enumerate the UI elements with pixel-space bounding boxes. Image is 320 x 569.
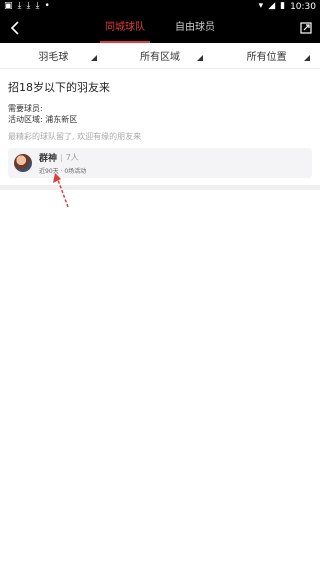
- share-icon: [300, 22, 312, 34]
- battery-icon: ▮: [280, 1, 286, 11]
- section-divider: [0, 185, 320, 190]
- filter-label: 所有区域: [140, 52, 180, 63]
- photo-icon: ▣: [4, 1, 13, 11]
- post-title: 招18岁以下的羽友来: [8, 81, 110, 94]
- post-note: 最精彩的球队留了, 欢迎有缘的朋友来: [8, 132, 142, 141]
- avatar: [14, 154, 32, 172]
- download-icon: ⤓: [26, 1, 31, 11]
- wifi-icon: ▾: [258, 1, 264, 11]
- status-time: 10:30: [290, 1, 316, 12]
- share-button[interactable]: [298, 20, 314, 36]
- filter-sport[interactable]: 羽毛球: [0, 43, 107, 68]
- post-area: 活动区域: 浦东新区: [8, 115, 78, 124]
- tab-local-teams[interactable]: 同城球队: [90, 13, 160, 43]
- status-bar-left: ▣ ⤓ ⤓ ⤓ •: [4, 2, 50, 11]
- triangle-corner-icon: [197, 55, 204, 61]
- tab-bar: 同城球队 自由球员: [0, 13, 320, 43]
- filter-position[interactable]: 所有位置: [213, 43, 320, 68]
- top-nav: 同城球队 自由球员: [0, 13, 320, 43]
- status-bar-right: ▾ ◢ ▮ 10:30: [259, 2, 316, 12]
- post-needed-players: 需要球员:: [8, 104, 43, 113]
- filter-label: 所有位置: [246, 52, 287, 63]
- filter-area[interactable]: 所有区域: [107, 43, 214, 68]
- more-dots-icon: •: [44, 1, 50, 11]
- team-post[interactable]: 招18岁以下的羽友来 需要球员: 活动区域: 浦东新区 最精彩的球队留了, 欢迎…: [0, 69, 320, 142]
- team-name: 群神: [39, 154, 58, 164]
- download-icon: ⤓: [35, 1, 40, 11]
- download-icon: ⤓: [17, 1, 22, 11]
- team-card-header: 群神 | 7人: [39, 151, 86, 164]
- status-bar: ▣ ⤓ ⤓ ⤓ • ▾ ◢ ▮ 10:30: [0, 0, 320, 13]
- triangle-corner-icon: [90, 55, 97, 61]
- filter-label: 羽毛球: [38, 52, 69, 63]
- triangle-corner-icon: [304, 55, 311, 61]
- signal-icon: ◢: [268, 1, 276, 11]
- team-activity: 近90天 · 0场活动: [39, 168, 87, 175]
- filter-bar: 羽毛球 所有区域 所有位置: [0, 43, 320, 69]
- tab-free-players[interactable]: 自由球员: [160, 13, 230, 43]
- member-count: 7人: [65, 153, 79, 162]
- separator: |: [60, 153, 63, 162]
- team-card[interactable]: 群神 | 7人 近90天 · 0场活动: [8, 148, 312, 178]
- team-card-text: 群神 | 7人 近90天 · 0场活动: [39, 151, 86, 175]
